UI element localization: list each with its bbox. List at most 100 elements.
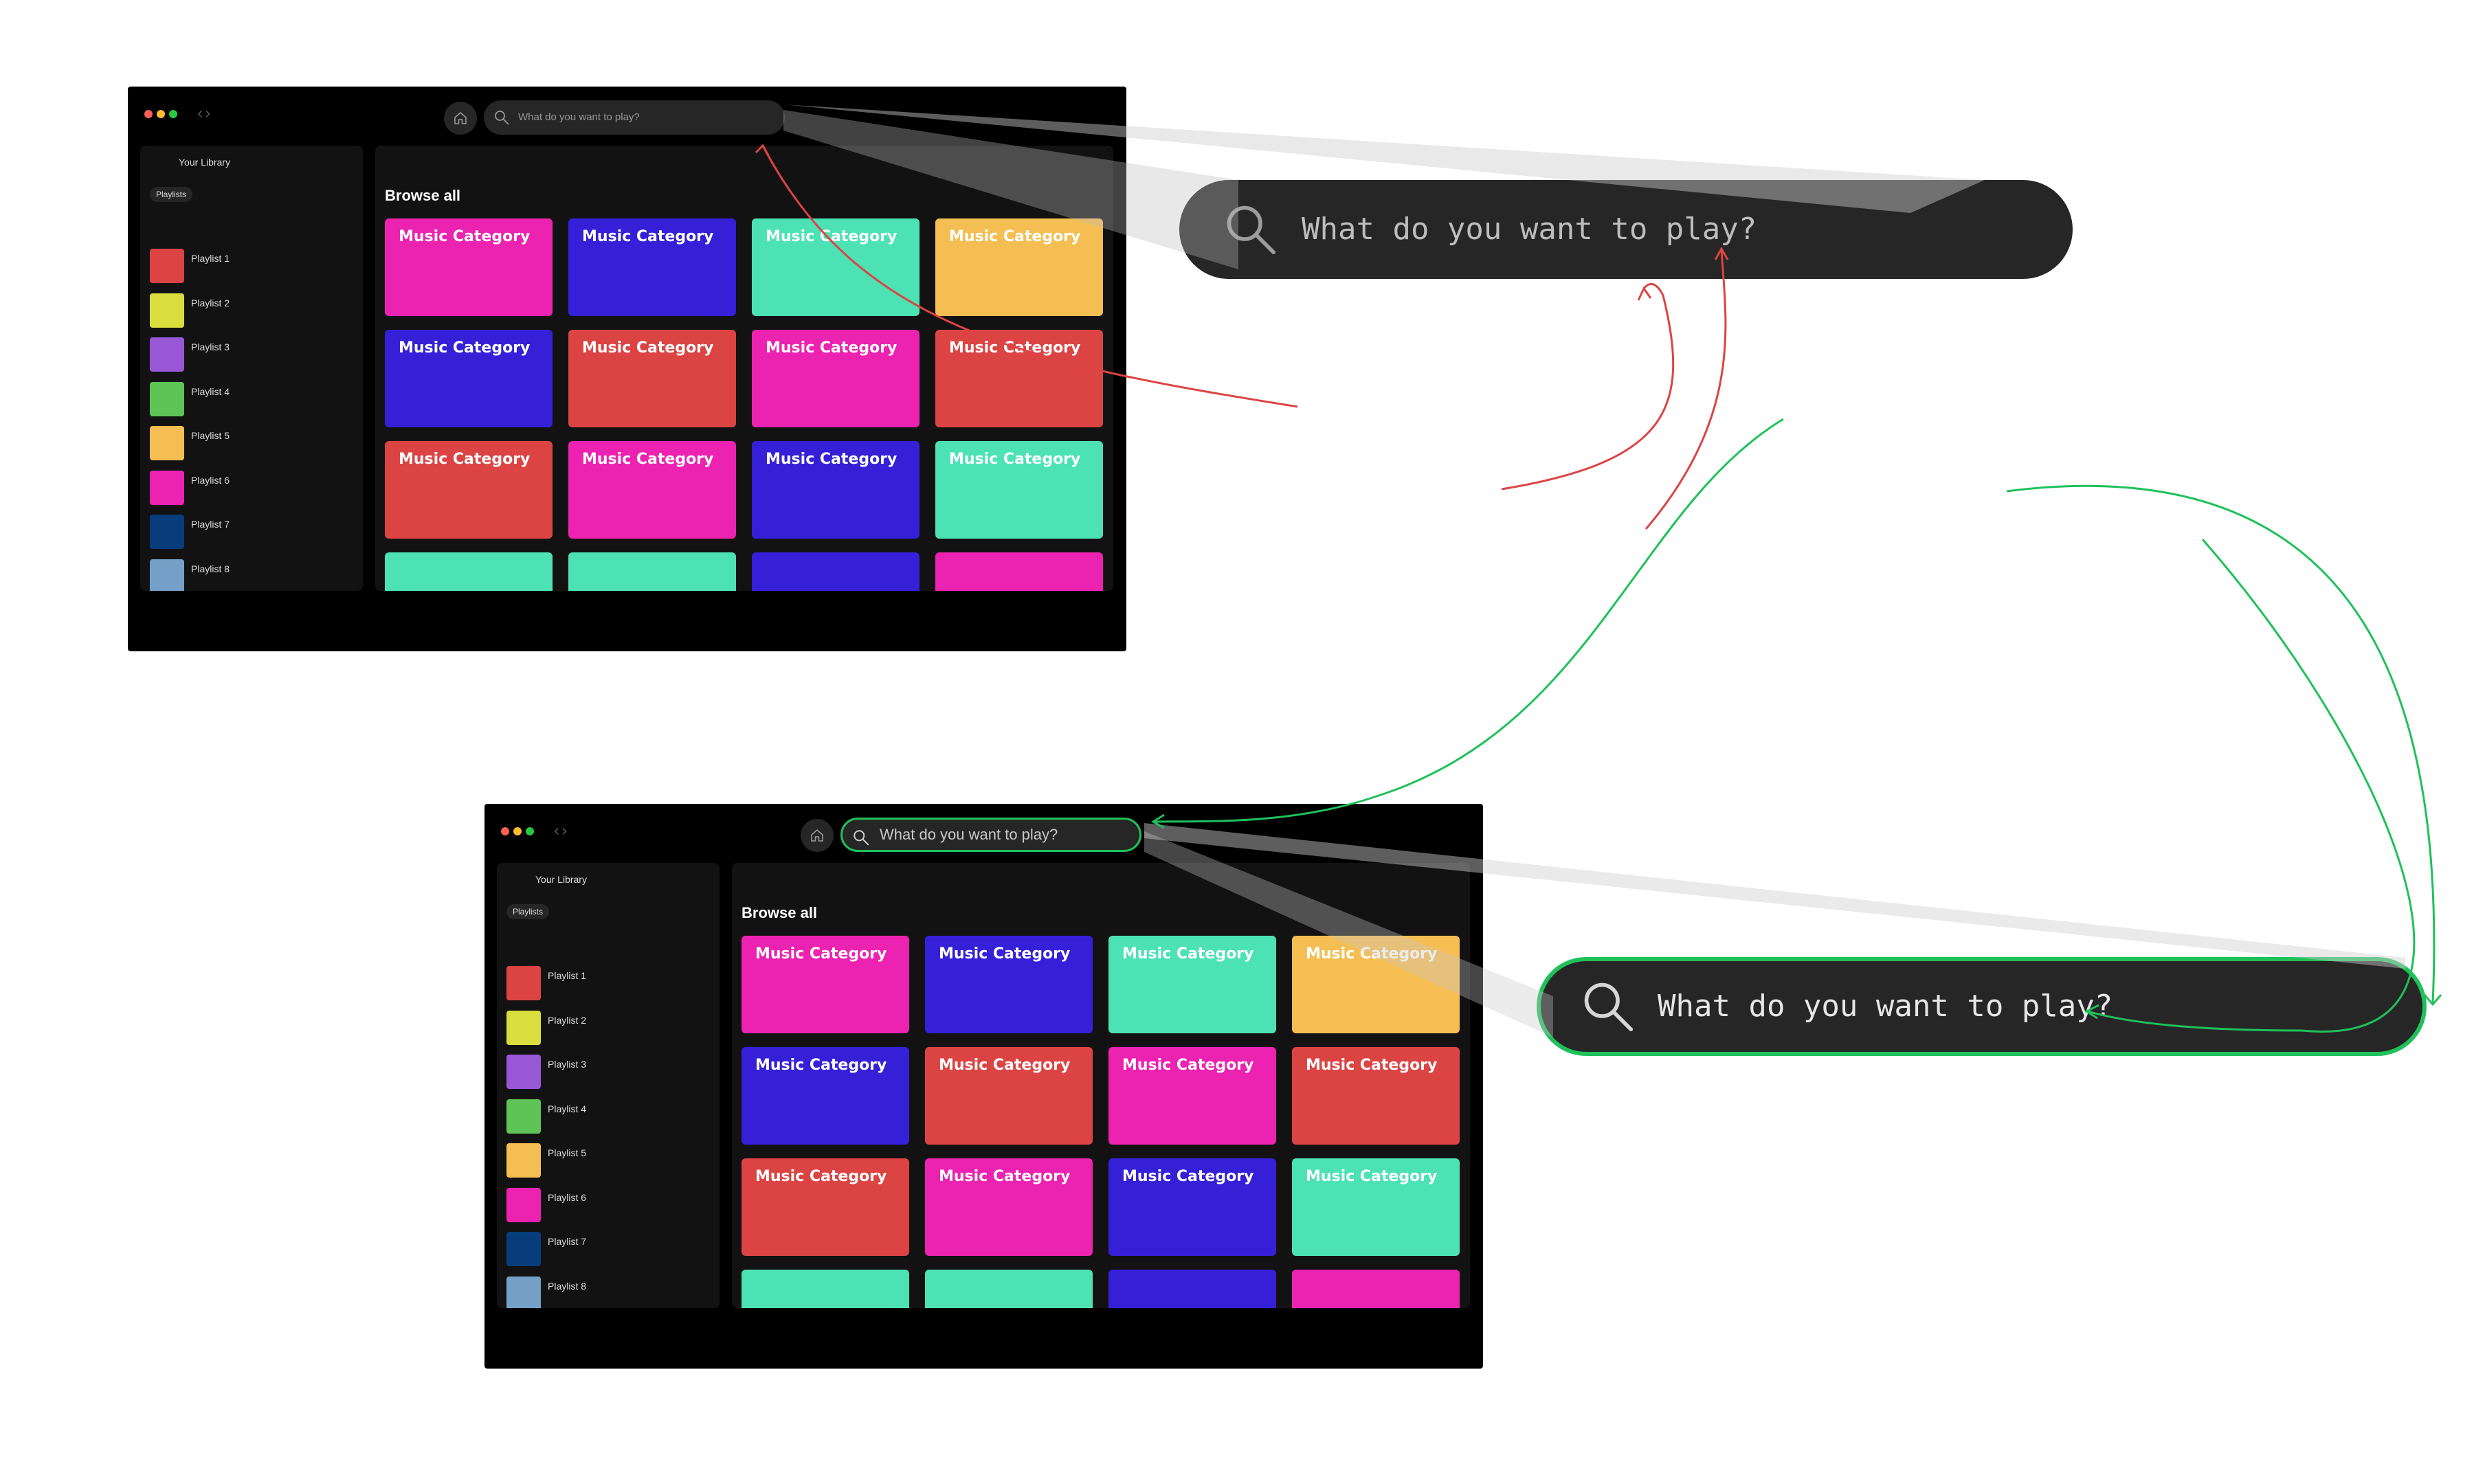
playlist-item[interactable]: Playlist 2 bbox=[506, 1010, 713, 1045]
category-label: Music Category bbox=[939, 1168, 1071, 1185]
minimize-dot[interactable] bbox=[513, 827, 522, 835]
category-label: Music Category bbox=[949, 451, 1081, 468]
home-icon bbox=[454, 112, 467, 124]
maximize-dot[interactable] bbox=[526, 827, 534, 835]
category-tile[interactable]: Music Category bbox=[568, 330, 736, 427]
search-placeholder: What do you want to play? bbox=[880, 826, 1058, 843]
search-input[interactable]: What do you want to play? bbox=[840, 818, 1141, 852]
search-placeholder: What do you want to play? bbox=[518, 111, 640, 123]
category-tile[interactable]: Music Category bbox=[742, 1047, 909, 1145]
playlist-cover bbox=[150, 559, 184, 591]
close-dot[interactable] bbox=[144, 110, 153, 118]
home-button[interactable] bbox=[444, 102, 477, 135]
category-tile[interactable]: Music Category bbox=[925, 936, 1093, 1033]
playlist-name: Playlist 4 bbox=[548, 1103, 587, 1114]
playlist-name: Playlist 3 bbox=[548, 1059, 587, 1070]
category-tile[interactable]: Music Category bbox=[752, 218, 920, 316]
playlist-name: Playlist 2 bbox=[191, 297, 230, 308]
category-label: Music Category bbox=[755, 1168, 887, 1185]
zoomed-search-bar-focused: What do you want to play? bbox=[1537, 957, 2427, 1056]
playlist-item[interactable]: Playlist 4 bbox=[506, 1099, 713, 1134]
playlist-cover bbox=[150, 293, 184, 328]
playlist-item[interactable]: Playlist 5 bbox=[150, 426, 356, 460]
chevron-left-right-icon[interactable]: ‹› bbox=[553, 821, 569, 840]
playlist-item[interactable]: Playlist 1 bbox=[150, 249, 356, 283]
home-icon bbox=[811, 829, 823, 842]
playlist-item[interactable]: Playlist 1 bbox=[506, 966, 713, 1000]
category-tile[interactable]: Music Category bbox=[1292, 1047, 1460, 1145]
category-tile[interactable] bbox=[1108, 1270, 1276, 1308]
category-label: Music Category bbox=[1306, 1168, 1438, 1185]
category-tile[interactable] bbox=[935, 552, 1103, 591]
playlist-item[interactable]: Playlist 8 bbox=[506, 1276, 713, 1308]
playlists-filter-chip[interactable]: Playlists bbox=[150, 187, 193, 202]
chevron-left-right-icon[interactable]: ‹› bbox=[197, 104, 212, 123]
playlist-cover bbox=[150, 249, 184, 283]
category-label: Music Category bbox=[582, 451, 714, 468]
category-tile[interactable]: Music Category bbox=[568, 218, 736, 316]
category-tile[interactable]: Music Category bbox=[1292, 936, 1460, 1033]
playlist-item[interactable]: Playlist 6 bbox=[506, 1187, 713, 1222]
category-label: Music Category bbox=[582, 228, 714, 245]
category-tile[interactable]: Music Category bbox=[925, 1158, 1093, 1256]
category-tile[interactable]: Music Category bbox=[935, 330, 1103, 427]
category-label: Music Category bbox=[1122, 1168, 1254, 1185]
playlist-item[interactable]: Playlist 7 bbox=[150, 515, 356, 549]
close-dot[interactable] bbox=[501, 827, 509, 835]
playlists-filter-chip[interactable]: Playlists bbox=[506, 904, 550, 919]
category-label: Music Category bbox=[1306, 945, 1438, 963]
playlist-item[interactable]: Playlist 2 bbox=[150, 293, 356, 328]
playlist-item[interactable]: Playlist 3 bbox=[150, 337, 356, 372]
zoomed-search-text: What do you want to play? bbox=[1302, 212, 1757, 247]
playlist-item[interactable]: Playlist 5 bbox=[506, 1143, 713, 1178]
category-tile[interactable] bbox=[568, 552, 736, 591]
playlist-cover bbox=[506, 1232, 541, 1266]
browse-heading: Browse all bbox=[385, 187, 461, 204]
category-tile[interactable]: Music Category bbox=[752, 330, 920, 427]
playlist-item[interactable]: Playlist 4 bbox=[150, 381, 356, 416]
category-tile[interactable]: Music Category bbox=[568, 441, 736, 539]
category-tile[interactable] bbox=[385, 552, 553, 591]
category-tile[interactable]: Music Category bbox=[385, 218, 553, 316]
category-tile[interactable]: Music Category bbox=[1108, 1047, 1276, 1145]
category-label: Music Category bbox=[949, 339, 1081, 357]
category-tile[interactable]: Music Category bbox=[1292, 1158, 1460, 1256]
category-label: Music Category bbox=[766, 451, 898, 468]
playlist-name: Playlist 5 bbox=[548, 1147, 587, 1158]
playlist-cover bbox=[506, 1143, 541, 1178]
maximize-dot[interactable] bbox=[169, 110, 177, 118]
category-label: Music Category bbox=[582, 339, 714, 357]
category-label: Music Category bbox=[939, 1057, 1071, 1074]
home-button[interactable] bbox=[801, 819, 834, 852]
category-tile[interactable] bbox=[925, 1270, 1093, 1308]
playlist-item[interactable]: Playlist 7 bbox=[506, 1232, 713, 1266]
search-input[interactable]: What do you want to play? bbox=[484, 100, 785, 135]
category-label: Music Category bbox=[1306, 1057, 1438, 1074]
category-label: Music Category bbox=[1122, 945, 1254, 963]
category-tile[interactable]: Music Category bbox=[385, 441, 553, 539]
category-tile[interactable] bbox=[742, 1270, 909, 1308]
playlist-item[interactable]: Playlist 3 bbox=[506, 1055, 713, 1089]
category-tile[interactable] bbox=[752, 552, 920, 591]
category-tile[interactable]: Music Category bbox=[752, 441, 920, 539]
minimize-dot[interactable] bbox=[157, 110, 165, 118]
category-label: Music Category bbox=[939, 945, 1071, 963]
category-tile[interactable]: Music Category bbox=[742, 1158, 909, 1256]
category-tile[interactable]: Music Category bbox=[385, 330, 553, 427]
category-tile[interactable]: Music Category bbox=[742, 936, 909, 1033]
category-tile[interactable] bbox=[1292, 1270, 1460, 1308]
playlist-cover bbox=[150, 381, 184, 416]
playlist-item[interactable]: Playlist 8 bbox=[150, 559, 356, 591]
playlist-name: Playlist 3 bbox=[191, 341, 230, 352]
category-tile[interactable]: Music Category bbox=[925, 1047, 1093, 1145]
playlist-item[interactable]: Playlist 6 bbox=[150, 470, 356, 505]
category-tile[interactable]: Music Category bbox=[935, 441, 1103, 539]
category-tile[interactable]: Music Category bbox=[1108, 1158, 1276, 1256]
category-label: Music Category bbox=[755, 1057, 887, 1074]
playlist-cover bbox=[150, 515, 184, 549]
category-label: Music Category bbox=[1122, 1057, 1254, 1074]
library-title: Your Library bbox=[179, 157, 230, 168]
category-tile[interactable]: Music Category bbox=[1108, 936, 1276, 1033]
category-tile[interactable]: Music Category bbox=[935, 218, 1103, 316]
playlist-cover bbox=[506, 1187, 541, 1222]
